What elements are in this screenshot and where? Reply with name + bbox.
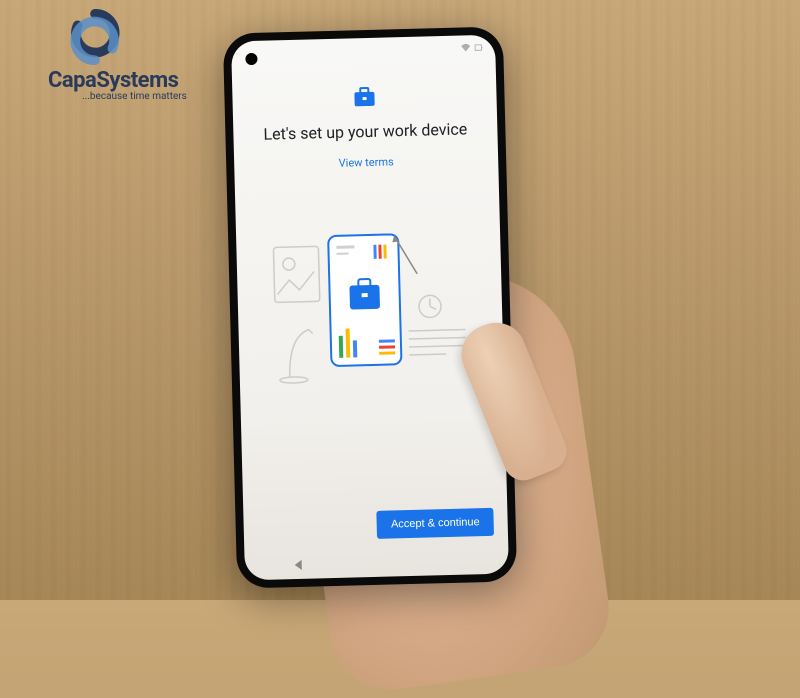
button-row: Accept & continue	[377, 508, 494, 539]
logo-mark-icon	[66, 8, 124, 66]
briefcase-icon	[352, 86, 377, 109]
setup-content: Let's set up your work device View terms	[231, 35, 504, 394]
setup-title: Let's set up your work device	[233, 119, 497, 145]
accept-continue-button[interactable]: Accept & continue	[377, 508, 494, 539]
nav-back-icon[interactable]	[295, 560, 302, 570]
logo-tagline: ...because time matters	[82, 91, 187, 102]
logo-name: CapaSystems	[48, 68, 178, 93]
view-terms-link[interactable]: View terms	[339, 155, 394, 169]
setup-illustration-icon	[268, 217, 472, 392]
status-bar	[461, 43, 483, 53]
android-nav-bar	[244, 545, 509, 580]
phone-screen: Let's set up your work device View terms	[231, 35, 509, 581]
battery-icon	[474, 43, 483, 52]
phone-device: Let's set up your work device View terms	[223, 26, 517, 588]
capasystems-logo: CapaSystems ...because time matters	[48, 8, 187, 102]
wifi-icon	[461, 43, 470, 52]
